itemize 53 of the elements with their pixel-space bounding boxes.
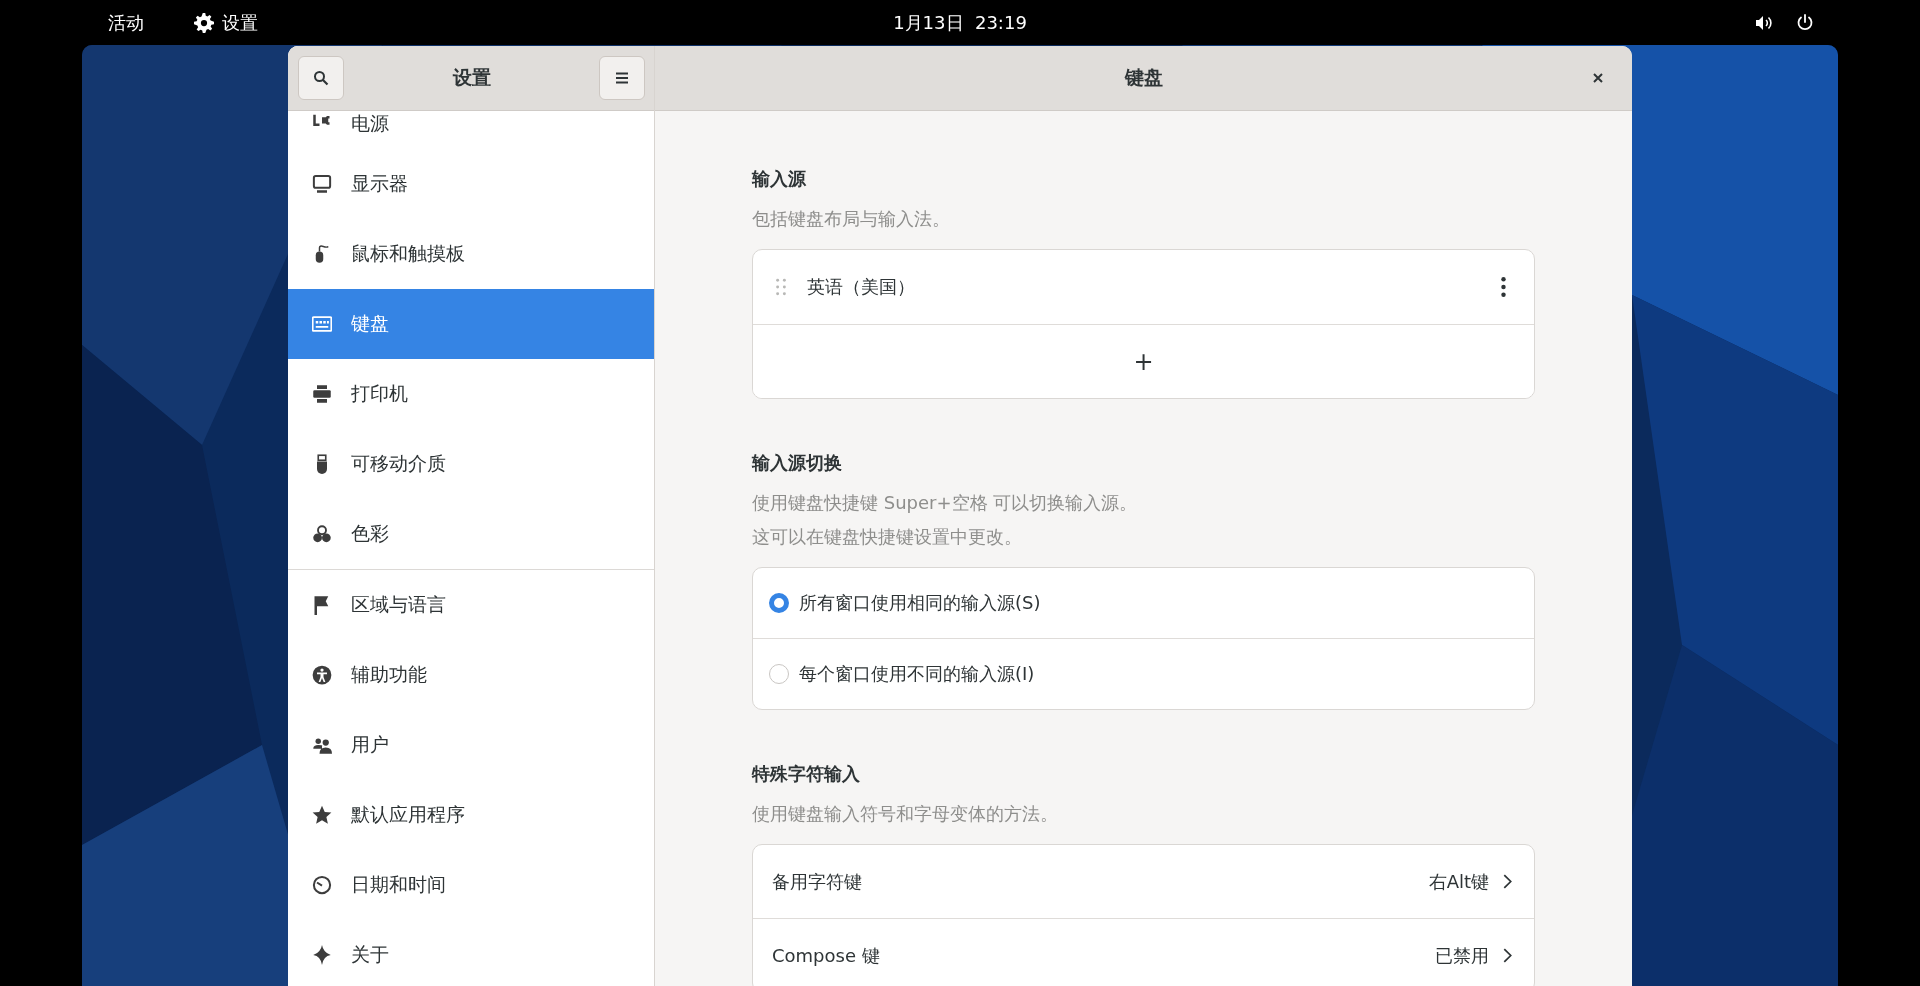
radio-button[interactable] [769, 593, 789, 613]
radio-option[interactable]: 每个窗口使用不同的输入源(I) [753, 638, 1534, 709]
menu-button[interactable] [599, 56, 645, 100]
sidebar-item[interactable]: 显示器 [288, 149, 654, 219]
sidebar-item[interactable]: 用户 [288, 710, 654, 780]
keyboard-icon [312, 314, 332, 334]
section-description: 包括键盘布局与输入法。 [752, 207, 951, 231]
clock[interactable]: 1月13日 23:19 [893, 10, 1027, 35]
section-heading: 特殊字符输入 [752, 762, 861, 786]
sidebar-title: 设置 [452, 65, 491, 90]
sidebar-item[interactable]: 区域与语言 [288, 570, 654, 640]
app-menu[interactable]: 设置 [194, 10, 258, 35]
clock-icon [312, 875, 332, 895]
sidebar-item[interactable]: 辅助功能 [288, 640, 654, 710]
accessibility-icon [312, 665, 332, 685]
sidebar-item[interactable]: 色彩 [288, 499, 654, 569]
sidebar-item[interactable]: 打印机 [288, 359, 654, 429]
drag-handle-icon[interactable] [775, 278, 787, 296]
window-title: 键盘 [1124, 65, 1163, 90]
menu-icon [615, 72, 629, 84]
gear-icon [194, 12, 214, 33]
power-icon[interactable] [1796, 13, 1814, 32]
section-description: 使用键盘快捷键 Super+空格 可以切换输入源。 [752, 491, 1139, 515]
sparkle-icon [312, 945, 332, 965]
section-description: 这可以在键盘快捷键设置中更改。 [752, 525, 1023, 549]
input-source-row[interactable]: 英语（美国） [753, 250, 1534, 324]
printer-icon [312, 384, 332, 404]
chevron-right-icon [1503, 874, 1512, 889]
section-description: 使用键盘输入符号和字母变体的方法。 [752, 802, 1059, 826]
sidebar-item[interactable]: 日期和时间 [288, 850, 654, 920]
section-heading: 输入源 [752, 167, 807, 191]
more-options-icon[interactable] [1501, 277, 1506, 297]
section-heading: 输入源切换 [752, 451, 843, 475]
activities-button[interactable]: 活动 [108, 10, 144, 35]
close-icon [1592, 72, 1604, 84]
chevron-right-icon [1503, 948, 1512, 963]
color-icon [312, 524, 332, 544]
star-icon [312, 805, 332, 825]
add-input-source-button[interactable]: + [753, 324, 1534, 398]
settings-row[interactable]: 备用字符键 右Alt键 [753, 845, 1534, 918]
radio-button[interactable] [769, 664, 789, 684]
radio-option[interactable]: 所有窗口使用相同的输入源(S) [753, 568, 1534, 638]
volume-icon[interactable] [1756, 14, 1774, 31]
search-button[interactable] [298, 56, 344, 100]
sidebar-item[interactable]: 鼠标和触摸板 [288, 219, 654, 289]
sidebar-item[interactable]: 可移动介质 [288, 429, 654, 499]
search-icon [313, 70, 329, 86]
sidebar-item[interactable]: 关于 [288, 920, 654, 986]
sidebar-item[interactable]: 电源 [288, 111, 654, 149]
display-icon [312, 174, 332, 194]
sidebar-item[interactable]: 默认应用程序 [288, 780, 654, 850]
sidebar-item[interactable]: 键盘 [288, 289, 654, 359]
settings-row[interactable]: Compose 键 已禁用 [753, 918, 1534, 986]
